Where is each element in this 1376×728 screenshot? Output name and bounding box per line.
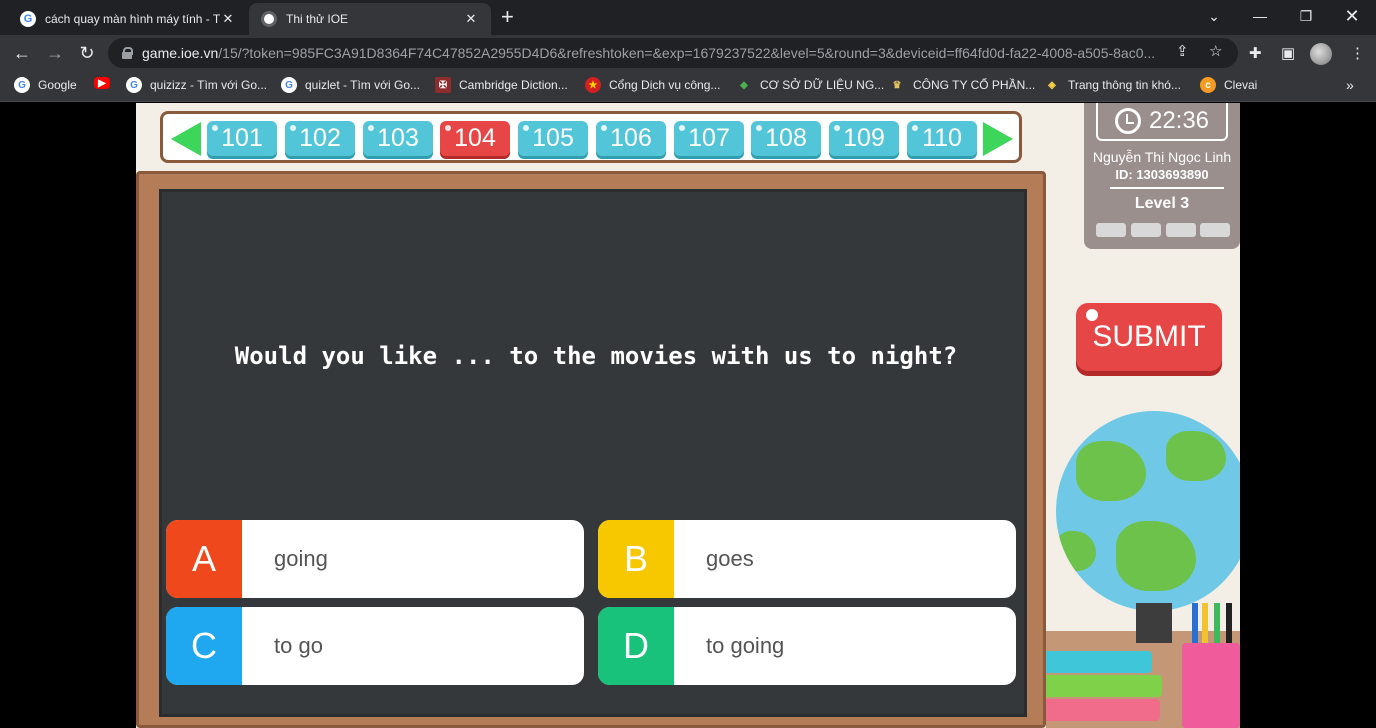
bookmark-item[interactable]: ▶ bbox=[94, 77, 118, 89]
submit-button[interactable]: SUBMIT bbox=[1076, 303, 1222, 371]
globe-stand bbox=[1136, 603, 1172, 643]
address-bar[interactable]: game.ioe.vn/15/?token=985FC3A91D8364F74C… bbox=[108, 38, 1238, 68]
forward-button[interactable]: → bbox=[43, 41, 67, 65]
question-navigator: 101 102 103 104 105 106 107 108 109 110 bbox=[160, 111, 1022, 163]
player-id: ID: 1303693890 bbox=[1115, 167, 1209, 182]
emblem-icon: ★ bbox=[585, 77, 601, 93]
timer-value: 22:36 bbox=[1148, 107, 1210, 134]
bookmark-item[interactable]: ◈ Trang thông tin khó... bbox=[1044, 77, 1181, 93]
answer-option-b[interactable]: B goes bbox=[598, 520, 1016, 598]
tab-title: cách quay màn hình máy tính - Tìm bbox=[45, 12, 220, 26]
bookmark-item[interactable]: ♛ CÔNG TY CỔ PHẦN... bbox=[889, 77, 1036, 93]
bookmark-item[interactable]: ✠ Cambridge Diction... bbox=[435, 77, 568, 93]
cambridge-icon: ✠ bbox=[435, 77, 451, 93]
answer-option-d[interactable]: D to going bbox=[598, 607, 1016, 685]
tab-search-dropdown-icon[interactable]: ⌄ bbox=[1191, 0, 1237, 32]
bookmark-item[interactable]: Gquizlet - Tìm với Go... bbox=[281, 77, 420, 93]
question-button-110[interactable]: 110 bbox=[907, 121, 977, 156]
answer-letter: D bbox=[598, 607, 674, 685]
minimize-button[interactable]: — bbox=[1237, 0, 1283, 32]
info-icon: ◈ bbox=[1048, 79, 1056, 91]
side-panel-icon[interactable]: ▣ bbox=[1281, 44, 1295, 62]
question-button-109[interactable]: 109 bbox=[829, 121, 899, 156]
question-button-105[interactable]: 105 bbox=[518, 121, 588, 156]
google-icon: G bbox=[14, 77, 30, 93]
player-name: Nguyễn Thị Ngọc Linh bbox=[1092, 149, 1232, 165]
google-icon: G bbox=[126, 77, 142, 93]
bookmark-item[interactable]: Gquizizz - Tìm với Go... bbox=[126, 77, 267, 93]
pencil-cup bbox=[1182, 643, 1240, 728]
browser-toolbar: ← → ↻ game.ioe.vn/15/?token=985FC3A91D83… bbox=[0, 35, 1376, 71]
youtube-icon: ▶ bbox=[94, 77, 110, 89]
level-label: Level 3 bbox=[1134, 195, 1190, 212]
question-button-106[interactable]: 106 bbox=[596, 121, 666, 156]
divider bbox=[1110, 187, 1224, 189]
company-icon: ♛ bbox=[892, 79, 902, 91]
new-tab-button[interactable]: + bbox=[501, 6, 514, 28]
answer-option-c[interactable]: C to go bbox=[166, 607, 584, 685]
answer-letter: B bbox=[598, 520, 674, 598]
previous-arrow-icon[interactable] bbox=[171, 122, 201, 156]
question-button-101[interactable]: 101 bbox=[207, 121, 277, 156]
share-icon[interactable]: ⇪ bbox=[1176, 42, 1189, 60]
bookmark-star-icon[interactable]: ☆ bbox=[1209, 42, 1222, 60]
google-icon: G bbox=[20, 11, 36, 27]
game-area: 101 102 103 104 105 106 107 108 109 110 … bbox=[136, 103, 1240, 728]
player-panel: 22:36 Nguyễn Thị Ngọc Linh ID: 130369389… bbox=[1084, 103, 1240, 249]
tab-title: Thi thử IOE bbox=[286, 12, 349, 26]
progress-pip bbox=[1200, 223, 1230, 237]
progress-pip bbox=[1096, 223, 1126, 237]
back-button[interactable]: ← bbox=[10, 41, 34, 65]
tab-bar: G cách quay màn hình máy tính - Tìm ✕ Th… bbox=[0, 0, 1376, 35]
answer-text: to go bbox=[274, 633, 323, 658]
globe-icon bbox=[1056, 411, 1240, 611]
extensions-icon[interactable]: ✚ bbox=[1249, 44, 1262, 62]
ioe-icon bbox=[261, 11, 277, 27]
answer-text: to going bbox=[706, 633, 785, 658]
answer-text: goes bbox=[706, 546, 754, 571]
close-icon[interactable]: ✕ bbox=[463, 11, 479, 27]
database-icon: ◆ bbox=[740, 79, 748, 91]
tab-search[interactable]: G cách quay màn hình máy tính - Tìm ✕ bbox=[8, 3, 248, 35]
close-window-button[interactable]: ✕ bbox=[1329, 0, 1375, 32]
bookmarks-bar: G Google ▶ Gquizizz - Tìm với Go... Gquiz… bbox=[0, 71, 1376, 102]
bookmark-item[interactable]: G Google bbox=[14, 77, 77, 93]
answer-text: going bbox=[274, 546, 328, 571]
alarm-clock-icon bbox=[1114, 108, 1141, 134]
question-text: Would you like ... to the movies with us… bbox=[234, 342, 958, 370]
progress-pip bbox=[1131, 223, 1161, 237]
close-icon[interactable]: ✕ bbox=[220, 11, 236, 27]
page-viewport: 101 102 103 104 105 106 107 108 109 110 … bbox=[0, 103, 1376, 728]
bookmark-item[interactable]: c Clevai bbox=[1200, 77, 1257, 93]
question-button-107[interactable]: 107 bbox=[674, 121, 744, 156]
answer-letter: C bbox=[166, 607, 242, 685]
bookmark-item[interactable]: ◆ CƠ SỞ DỮ LIỆU NG... bbox=[736, 77, 884, 93]
menu-icon[interactable]: ⋮ bbox=[1350, 44, 1365, 62]
question-button-102[interactable]: 102 bbox=[285, 121, 355, 156]
google-icon: G bbox=[281, 77, 297, 93]
timer: 22:36 bbox=[1096, 103, 1228, 141]
answer-letter: A bbox=[166, 520, 242, 598]
tab-ioe[interactable]: Thi thử IOE ✕ bbox=[249, 3, 491, 35]
more-bookmarks-button[interactable]: » bbox=[1346, 77, 1354, 93]
clevai-icon: c bbox=[1200, 77, 1216, 93]
profile-avatar[interactable] bbox=[1310, 43, 1332, 65]
question-button-103[interactable]: 103 bbox=[363, 121, 433, 156]
question-button-108[interactable]: 108 bbox=[751, 121, 821, 156]
progress-pip bbox=[1166, 223, 1196, 237]
url-text[interactable]: game.ioe.vn/15/?token=985FC3A91D8364F74C… bbox=[142, 45, 1162, 61]
lock-icon[interactable] bbox=[122, 47, 133, 59]
bookmark-item[interactable]: ★ Cổng Dịch vụ công... bbox=[585, 77, 720, 93]
reload-button[interactable]: ↻ bbox=[75, 41, 99, 65]
question-button-104[interactable]: 104 bbox=[440, 121, 510, 156]
answer-option-a[interactable]: A going bbox=[166, 520, 584, 598]
next-arrow-icon[interactable] bbox=[983, 122, 1013, 156]
restore-button[interactable]: ❐ bbox=[1283, 0, 1329, 32]
